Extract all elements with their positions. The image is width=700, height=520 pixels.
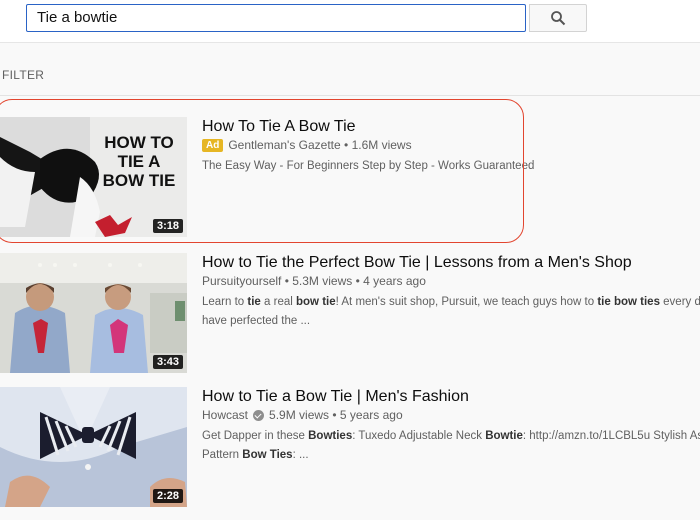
description-line-1: Get Dapper in these Bowties: Tuxedo Adju… xyxy=(202,427,700,446)
description-line-2: Pattern Bow Ties: ... xyxy=(202,446,700,465)
video-meta: Pursuityourself • 5.3M views • 4 years a… xyxy=(202,274,426,288)
description-keyword: tie xyxy=(247,296,261,308)
description-line-1: Learn to tie a real bow tie! At men's su… xyxy=(202,293,700,312)
description-keyword: tie bow ties xyxy=(597,296,660,308)
video-description: The Easy Way - For Beginners Step by Ste… xyxy=(202,160,535,172)
search-input[interactable]: Tie a bowtie xyxy=(26,4,526,32)
video-title[interactable]: How to Tie the Perfect Bow Tie | Lessons… xyxy=(202,254,632,272)
filter-button[interactable]: FILTER xyxy=(2,68,44,82)
meta-separator: • xyxy=(329,408,340,422)
upload-age: 4 years ago xyxy=(363,274,426,288)
video-meta: Ad Gentleman's Gazette • 1.6M views xyxy=(202,138,412,152)
channel-name[interactable]: Pursuityourself xyxy=(202,274,281,288)
description-keyword: bow tie xyxy=(296,296,336,308)
verified-icon xyxy=(253,409,265,421)
top-bar: Tie a bowtie xyxy=(0,0,700,43)
video-description: Learn to tie a real bow tie! At men's su… xyxy=(202,293,700,331)
channel-name[interactable]: Gentleman's Gazette xyxy=(228,138,340,152)
view-count: 1.6M views xyxy=(351,138,412,152)
description-text: a real xyxy=(260,296,296,308)
description-keyword: Bowties xyxy=(308,430,353,442)
search-button[interactable] xyxy=(529,4,587,32)
description-text: : Tuxedo Adjustable Neck xyxy=(352,430,486,442)
search-result-ad[interactable]: HOW TO TIE A BOW TIE 3:18 How To Tie A B… xyxy=(0,117,700,237)
video-title[interactable]: How To Tie A Bow Tie xyxy=(202,118,356,136)
search-result[interactable]: 2:28 How to Tie a Bow Tie | Men's Fashio… xyxy=(0,387,700,507)
thumbnail-caption: HOW TO TIE A BOW TIE xyxy=(102,133,176,190)
video-duration: 3:43 xyxy=(152,355,183,369)
description-keyword: Bow Ties xyxy=(242,449,293,461)
description-text: Learn to xyxy=(202,296,248,308)
video-description: Get Dapper in these Bowties: Tuxedo Adju… xyxy=(202,427,700,465)
description-keyword: Bowtie xyxy=(485,430,523,442)
video-thumbnail[interactable]: 3:43 xyxy=(0,253,187,373)
description-line-2: have perfected the ... xyxy=(202,315,311,327)
divider xyxy=(0,95,700,96)
description-text: : http://amzn.to/1LCBL5u Stylish Asso xyxy=(522,430,700,442)
description-text: every day a xyxy=(663,296,700,308)
video-thumbnail[interactable]: HOW TO TIE A BOW TIE 3:18 xyxy=(0,117,187,237)
ad-badge: Ad xyxy=(202,138,224,152)
description-text: ! At men's suit shop, Pursuit, we teach … xyxy=(335,296,598,308)
view-count: 5.9M views xyxy=(269,408,330,422)
channel-name[interactable]: Howcast xyxy=(202,408,248,422)
video-meta: Howcast 5.9M views • 5 years ago xyxy=(202,408,403,422)
search-result[interactable]: 3:43 How to Tie the Perfect Bow Tie | Le… xyxy=(0,253,700,373)
upload-age: 5 years ago xyxy=(339,408,403,422)
view-count: 5.3M views xyxy=(292,274,353,288)
video-duration: 3:18 xyxy=(152,219,183,233)
meta-separator: • xyxy=(352,274,364,288)
description-text: : ... xyxy=(292,449,309,461)
video-duration: 2:28 xyxy=(152,489,183,503)
description-text: Pattern xyxy=(202,449,243,461)
video-thumbnail[interactable]: 2:28 xyxy=(0,387,187,507)
description-text: Get Dapper in these xyxy=(202,430,309,442)
meta-separator: • xyxy=(281,274,293,288)
search-icon xyxy=(551,11,566,26)
video-title[interactable]: How to Tie a Bow Tie | Men's Fashion xyxy=(202,388,469,406)
meta-separator: • xyxy=(340,138,352,152)
